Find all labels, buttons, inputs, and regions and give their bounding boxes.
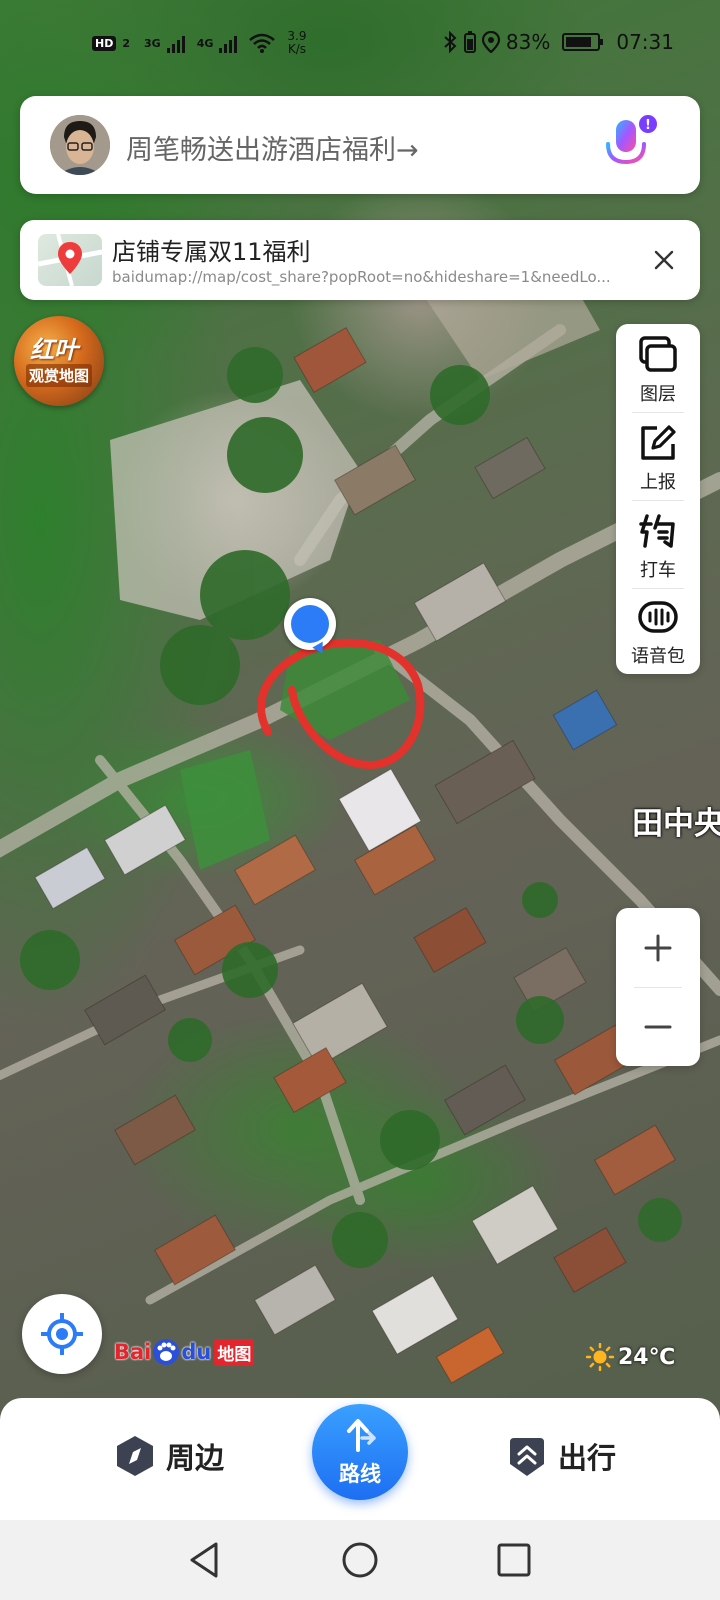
voice-pack-icon (638, 601, 678, 633)
battery-icon (562, 33, 604, 51)
locate-me-button[interactable] (22, 1294, 102, 1374)
clock: 07:31 (616, 30, 674, 54)
search-placeholder[interactable]: 周笔畅送出游酒店福利→ (126, 128, 419, 167)
notification-dot: ! (645, 118, 651, 133)
voice-pack-button[interactable]: 语音包 (616, 586, 700, 674)
zoom-control (616, 908, 700, 1066)
route-arrow-icon (347, 1419, 376, 1452)
search-bar[interactable]: 周笔畅送出游酒店福利→ ! (20, 96, 700, 194)
travel-label: 出行 (558, 1441, 617, 1475)
sim-slot: 2 (122, 36, 130, 50)
nearby-button[interactable]: 周边 (114, 1434, 224, 1478)
close-icon[interactable] (646, 242, 682, 278)
logo-bai: Bai (114, 1340, 152, 1364)
back-icon[interactable] (186, 1540, 226, 1580)
taxi-icon (639, 514, 675, 548)
paw-icon (153, 1339, 180, 1365)
plus-icon (644, 934, 672, 962)
map-thumbnail-icon (38, 234, 102, 286)
travel-button[interactable]: 出行 (506, 1434, 616, 1478)
bluetooth-icon (444, 31, 457, 53)
network-speed: 3.9 K/s (287, 30, 306, 56)
home-icon[interactable] (340, 1540, 380, 1580)
red-leaves-map-badge[interactable]: 红叶 观赏地图 (14, 316, 104, 406)
current-location-marker (284, 598, 336, 657)
avatar[interactable] (50, 115, 110, 175)
leaf-badge-subtitle: 观赏地图 (26, 364, 93, 387)
microphone-icon[interactable]: ! (596, 114, 660, 178)
promo-banner[interactable]: 店铺专属双11福利 baidumap://map/cost_share?popR… (20, 220, 700, 300)
promo-title[interactable]: 店铺专属双11福利 (112, 232, 311, 267)
layers-label: 图层 (640, 384, 676, 405)
battery-percent: 83% (505, 30, 551, 54)
sun-icon (586, 1343, 614, 1371)
speed-value: 3.9 (287, 29, 307, 43)
report-button[interactable]: 上报 (616, 412, 700, 500)
signal-icon (166, 33, 185, 53)
baidu-map-logo: Bai du 地图 (114, 1334, 255, 1370)
speed-unit: K/s (287, 42, 306, 56)
logo-ditu: 地图 (214, 1338, 255, 1366)
hd-badge: HD (92, 35, 117, 51)
taxi-label: 打车 (640, 560, 676, 581)
route-label: 路线 (339, 1462, 381, 1486)
map-toolbar: 图层 上报 打车 语音包 (616, 324, 700, 674)
network-3g: 3G (144, 36, 161, 50)
layers-button[interactable]: 图层 (616, 324, 700, 412)
zoom-in-button[interactable] (616, 908, 700, 987)
weather-widget[interactable]: 24℃ (586, 1343, 675, 1371)
report-label: 上报 (640, 472, 676, 493)
map-place-label[interactable]: 田中央 (632, 798, 720, 843)
temperature: 24℃ (618, 1344, 676, 1370)
travel-shield-icon (510, 1438, 544, 1476)
minus-icon (644, 1025, 672, 1029)
location-pin-icon (481, 31, 500, 53)
wifi-icon (249, 33, 276, 53)
nearby-label: 周边 (166, 1441, 225, 1475)
logo-du: du (181, 1340, 212, 1364)
system-navigation-bar (0, 1520, 720, 1600)
network-4g: 4G (196, 36, 214, 50)
report-edit-icon (641, 425, 676, 460)
voice-pack-label: 语音包 (631, 646, 685, 667)
crosshair-icon (41, 1313, 83, 1355)
leaf-badge-title: 红叶 (30, 336, 78, 364)
route-button[interactable]: 路线 (312, 1404, 408, 1524)
signal-icon (219, 33, 238, 53)
layers-icon (639, 336, 677, 372)
taxi-button[interactable]: 打车 (616, 500, 700, 588)
promo-url: baidumap://map/cost_share?popRoot=no&hid… (112, 268, 611, 286)
zoom-out-button[interactable] (616, 987, 700, 1066)
battery-small-icon (463, 31, 476, 53)
compass-hexagon-icon (117, 1436, 153, 1476)
recents-icon[interactable] (494, 1540, 534, 1580)
status-bar: HD 2 3G 4G 3.9 K/s 83% 07:31 (0, 22, 720, 66)
